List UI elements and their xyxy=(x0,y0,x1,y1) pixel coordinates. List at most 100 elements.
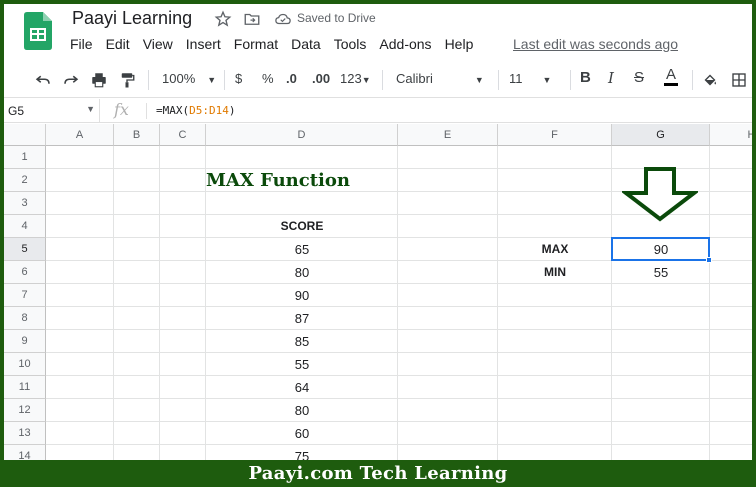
column-header-a[interactable]: A xyxy=(46,124,114,146)
spreadsheet-grid[interactable]: A B C D E F G H 1 2 3 4 5 6 7 8 9 10 11 12 13 14 MAX Function S… xyxy=(4,124,752,460)
row-header-6[interactable]: 6 xyxy=(4,261,46,284)
grid-row-line xyxy=(46,283,752,284)
zoom-value: 100% xyxy=(162,71,196,86)
sheet-title-cell[interactable]: MAX Function xyxy=(206,170,350,191)
row-header-10[interactable]: 10 xyxy=(4,353,46,376)
menu-file[interactable]: File xyxy=(70,36,93,52)
row-header-3[interactable]: 3 xyxy=(4,192,46,215)
select-all-corner[interactable] xyxy=(4,124,46,146)
toolbar: 100% ▼ $ % .0 .00 123▼ Calibri ▼ 11 ▼ B I S… xyxy=(4,62,752,98)
menu-addons[interactable]: Add-ons xyxy=(379,36,431,52)
currency-button[interactable]: $ xyxy=(235,71,242,86)
grid-row-line xyxy=(46,375,752,376)
star-icon[interactable] xyxy=(214,10,232,28)
increase-decimal-button[interactable]: .00 xyxy=(312,71,330,86)
score-cell[interactable]: 90 xyxy=(206,288,398,303)
chevron-down-icon: ▼ xyxy=(361,75,371,85)
formula-divider xyxy=(146,103,147,119)
decrease-decimal-button[interactable]: .0 xyxy=(286,71,297,86)
toolbar-divider xyxy=(692,70,693,90)
min-label-cell[interactable]: MIN xyxy=(498,265,612,279)
undo-icon[interactable] xyxy=(34,71,52,89)
app-header: Paayi Learning Saved to Drive File Edit … xyxy=(4,4,752,62)
max-label-cell[interactable]: MAX xyxy=(498,242,612,256)
row-header-5[interactable]: 5 xyxy=(4,238,46,261)
cell-reference: G5 xyxy=(8,104,25,118)
formula-input[interactable]: =MAX(D5:D14) xyxy=(156,104,236,117)
score-cell[interactable]: 55 xyxy=(206,357,398,372)
column-header-h[interactable]: H xyxy=(710,124,752,146)
name-box[interactable]: G5 ▼ xyxy=(4,99,100,123)
column-header-c[interactable]: C xyxy=(160,124,206,146)
move-to-folder-icon[interactable] xyxy=(243,10,261,28)
grid-row-line xyxy=(46,444,752,445)
row-header-13[interactable]: 13 xyxy=(4,422,46,445)
borders-icon[interactable] xyxy=(730,71,748,89)
chevron-down-icon: ▼ xyxy=(86,104,95,114)
score-header-cell[interactable]: SCORE xyxy=(206,219,398,233)
menu-insert[interactable]: Insert xyxy=(186,36,221,52)
toolbar-divider xyxy=(498,70,499,90)
cloud-saved-icon[interactable] xyxy=(274,10,292,28)
redo-icon[interactable] xyxy=(62,71,80,89)
fx-icon: fx xyxy=(114,100,129,119)
score-cell[interactable]: 75 xyxy=(206,449,398,460)
row-header-2[interactable]: 2 xyxy=(4,169,46,192)
chevron-down-icon: ▼ xyxy=(542,75,552,85)
fill-color-icon[interactable] xyxy=(701,71,719,89)
column-header-f[interactable]: F xyxy=(498,124,612,146)
score-cell[interactable]: 60 xyxy=(206,426,398,441)
column-header-e[interactable]: E xyxy=(398,124,498,146)
fill-handle[interactable] xyxy=(706,257,712,263)
score-cell[interactable]: 80 xyxy=(206,403,398,418)
bold-button[interactable]: B xyxy=(580,69,591,86)
score-cell[interactable]: 80 xyxy=(206,265,398,280)
print-icon[interactable] xyxy=(90,71,108,89)
score-cell[interactable]: 64 xyxy=(206,380,398,395)
text-color-button[interactable]: A xyxy=(664,67,679,86)
row-header-9[interactable]: 9 xyxy=(4,330,46,353)
font-size-select[interactable]: 11 ▼ xyxy=(509,71,551,86)
grid-column-line xyxy=(709,146,710,460)
more-formats-button[interactable]: 123▼ xyxy=(340,71,371,86)
menu-edit[interactable]: Edit xyxy=(106,36,130,52)
menu-tools[interactable]: Tools xyxy=(334,36,367,52)
row-header-1[interactable]: 1 xyxy=(4,146,46,169)
toolbar-divider xyxy=(382,70,383,90)
row-header-11[interactable]: 11 xyxy=(4,376,46,399)
grid-column-line xyxy=(497,146,498,460)
row-header-14[interactable]: 14 xyxy=(4,445,46,460)
document-title[interactable]: Paayi Learning xyxy=(72,8,192,29)
column-header-g[interactable]: G xyxy=(612,124,710,146)
chevron-down-icon: ▼ xyxy=(207,75,217,85)
font-select[interactable]: Calibri ▼ xyxy=(396,71,484,86)
score-cell[interactable]: 65 xyxy=(206,242,398,257)
sheets-logo-icon[interactable] xyxy=(24,12,52,50)
min-value-cell[interactable]: 55 xyxy=(612,265,710,280)
row-header-8[interactable]: 8 xyxy=(4,307,46,330)
column-header-d[interactable]: D xyxy=(206,124,398,146)
menu-data[interactable]: Data xyxy=(291,36,321,52)
font-size-value: 11 xyxy=(509,71,523,86)
last-edit-link[interactable]: Last edit was seconds ago xyxy=(513,36,678,52)
zoom-select[interactable]: 100% ▼ xyxy=(162,71,216,86)
menu-help[interactable]: Help xyxy=(445,36,474,52)
menu-format[interactable]: Format xyxy=(234,36,278,52)
row-header-4[interactable]: 4 xyxy=(4,215,46,238)
percent-button[interactable]: % xyxy=(262,71,274,86)
toolbar-divider xyxy=(148,70,149,90)
menu-view[interactable]: View xyxy=(143,36,173,52)
italic-button[interactable]: I xyxy=(608,69,614,87)
more-formats-label: 123 xyxy=(340,71,362,86)
grid-row-line xyxy=(46,352,752,353)
formula-range: D5:D14 xyxy=(189,104,229,117)
score-cell[interactable]: 85 xyxy=(206,334,398,349)
strikethrough-button[interactable]: S xyxy=(634,69,644,86)
grid-row-line xyxy=(46,421,752,422)
row-header-7[interactable]: 7 xyxy=(4,284,46,307)
row-header-12[interactable]: 12 xyxy=(4,399,46,422)
paint-format-icon[interactable] xyxy=(118,71,136,89)
column-header-b[interactable]: B xyxy=(114,124,160,146)
score-cell[interactable]: 87 xyxy=(206,311,398,326)
saved-status: Saved to Drive xyxy=(297,11,376,25)
